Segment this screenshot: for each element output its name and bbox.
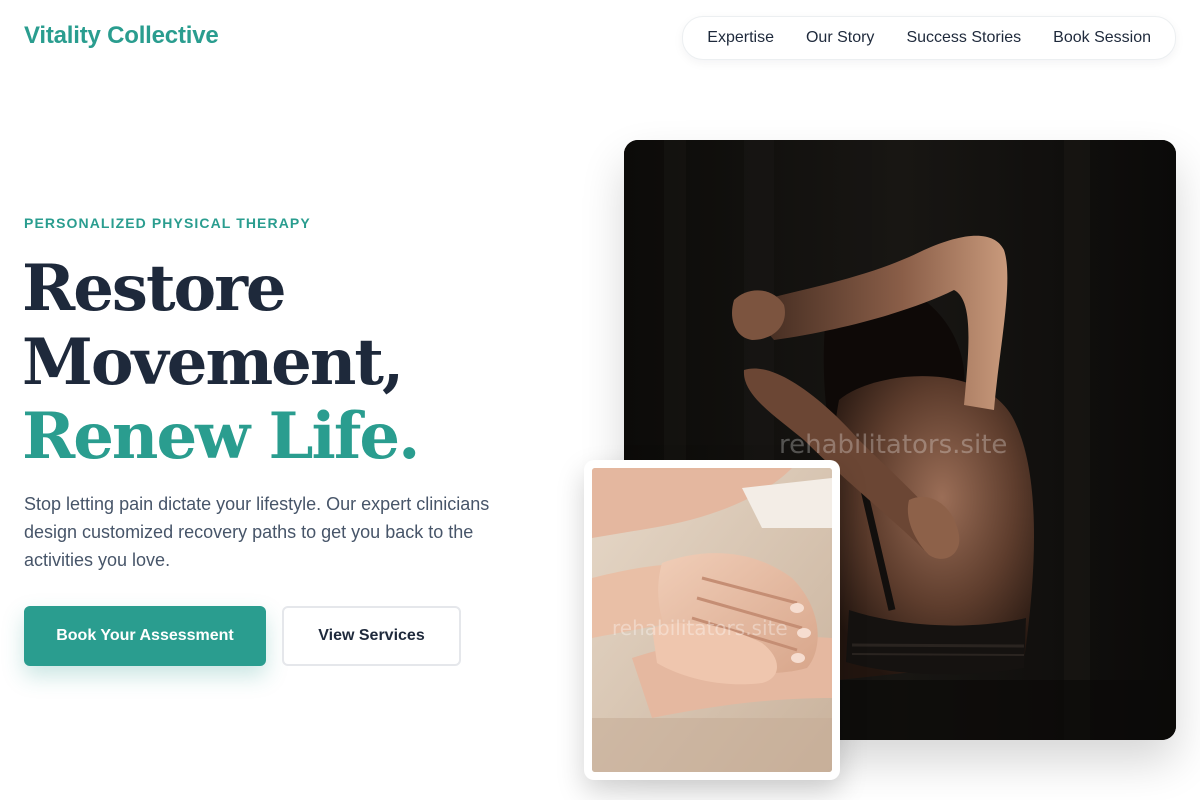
main-photo-watermark: rehabilitators.site — [779, 430, 1008, 460]
hero-headline: Restore Movement, Renew Life. — [22, 251, 420, 474]
nav-link-expertise[interactable]: Expertise — [691, 17, 790, 59]
nav-link-book-session[interactable]: Book Session — [1037, 17, 1167, 59]
brand-logo[interactable]: Vitality Collective — [24, 22, 219, 50]
headline-accent: Renew Life. — [22, 399, 420, 474]
nav-link-our-story[interactable]: Our Story — [790, 17, 890, 59]
headline-line-1: Restore — [22, 251, 287, 326]
hero-description: Stop letting pain dictate your lifestyle… — [24, 494, 490, 570]
inset-photo-image: rehabilitators.site — [592, 468, 832, 772]
main-nav: Expertise Our Story Success Stories Book… — [682, 16, 1176, 60]
view-services-button[interactable]: View Services — [282, 606, 461, 666]
inset-photo-watermark: rehabilitators.site — [612, 616, 788, 640]
hero-inset-photo: rehabilitators.site — [584, 460, 840, 780]
book-assessment-button[interactable]: Book Your Assessment — [24, 606, 266, 666]
nav-link-success-stories[interactable]: Success Stories — [890, 17, 1037, 59]
landing-page: Vitality Collective Expertise Our Story … — [0, 0, 1200, 800]
headline-line-2: Movement, — [22, 325, 404, 400]
hero-eyebrow: PERSONALIZED PHYSICAL THERAPY — [24, 215, 311, 231]
